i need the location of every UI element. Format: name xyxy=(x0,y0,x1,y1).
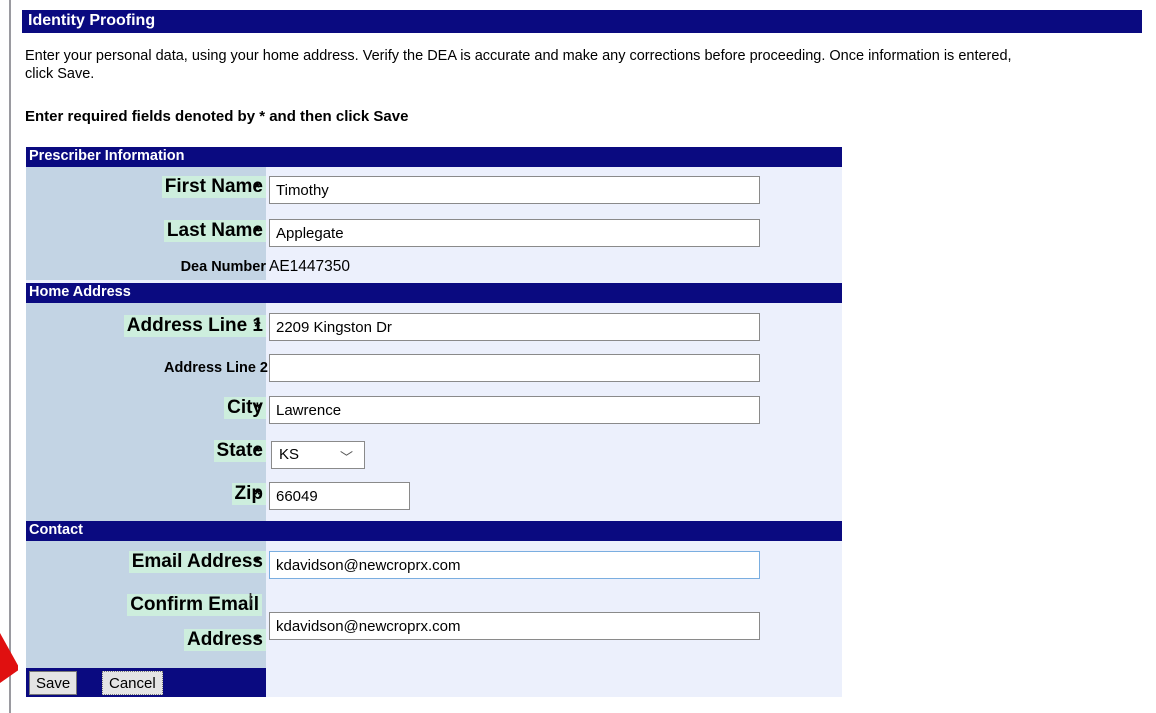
zip-input[interactable] xyxy=(269,482,410,510)
required-marker: * xyxy=(254,178,261,197)
cancel-button[interactable]: Cancel xyxy=(102,671,163,695)
left-border xyxy=(9,0,11,713)
required-marker: * xyxy=(254,631,261,650)
identity-proofing-panel: Identity Proofing Enter your personal da… xyxy=(18,0,1142,713)
address-line-2-label: Address Line 2 xyxy=(164,360,268,376)
save-button[interactable]: Save xyxy=(29,671,78,695)
form-actions: Save Cancel xyxy=(26,668,266,697)
page-title: Identity Proofing xyxy=(28,12,156,29)
first-name-label: First Name xyxy=(161,176,266,198)
last-name-input[interactable] xyxy=(269,219,760,247)
address-line-2-input[interactable] xyxy=(269,354,760,382)
section-prescriber-information: Prescriber Information xyxy=(26,147,842,167)
required-marker: * xyxy=(254,317,261,336)
section-home-address: Home Address xyxy=(26,283,842,303)
address-line-1-label: Address Line 1 xyxy=(123,315,266,337)
last-name-label: Last Name xyxy=(163,220,266,242)
required-marker: * xyxy=(254,399,261,418)
panel-header: Identity Proofing xyxy=(22,10,1142,33)
text-cursor-icon: I xyxy=(248,590,254,610)
required-marker: * xyxy=(254,222,261,241)
section-title: Contact xyxy=(29,522,83,538)
required-marker: * xyxy=(254,553,261,572)
chevron-down-icon: ﹀ xyxy=(340,450,354,465)
required-marker: * xyxy=(254,442,261,461)
email-address-input[interactable] xyxy=(269,551,760,579)
section-contact: Contact xyxy=(26,521,842,541)
dea-number-label: Dea Number xyxy=(180,259,266,275)
state-select[interactable]: KS ﹀ xyxy=(271,441,365,469)
state-selected-value: KS xyxy=(279,446,300,463)
first-name-input[interactable] xyxy=(269,176,760,204)
confirm-email-input[interactable] xyxy=(269,612,760,640)
identity-form: Prescriber Information First Name * Last… xyxy=(26,147,842,697)
address-line-1-input[interactable] xyxy=(269,313,760,341)
section-title: Prescriber Information xyxy=(29,148,185,164)
email-address-label: Email Address xyxy=(128,551,266,573)
confirm-email-label: Confirm Email xyxy=(127,594,262,616)
required-marker: * xyxy=(254,485,261,504)
required-fields-note: Enter required fields denoted by * and t… xyxy=(25,108,409,125)
dea-number-value: AE1447350 xyxy=(269,258,351,275)
section-title: Home Address xyxy=(29,284,131,300)
instructions-text: Enter your personal data, using your hom… xyxy=(25,48,1012,82)
city-input[interactable] xyxy=(269,396,760,424)
